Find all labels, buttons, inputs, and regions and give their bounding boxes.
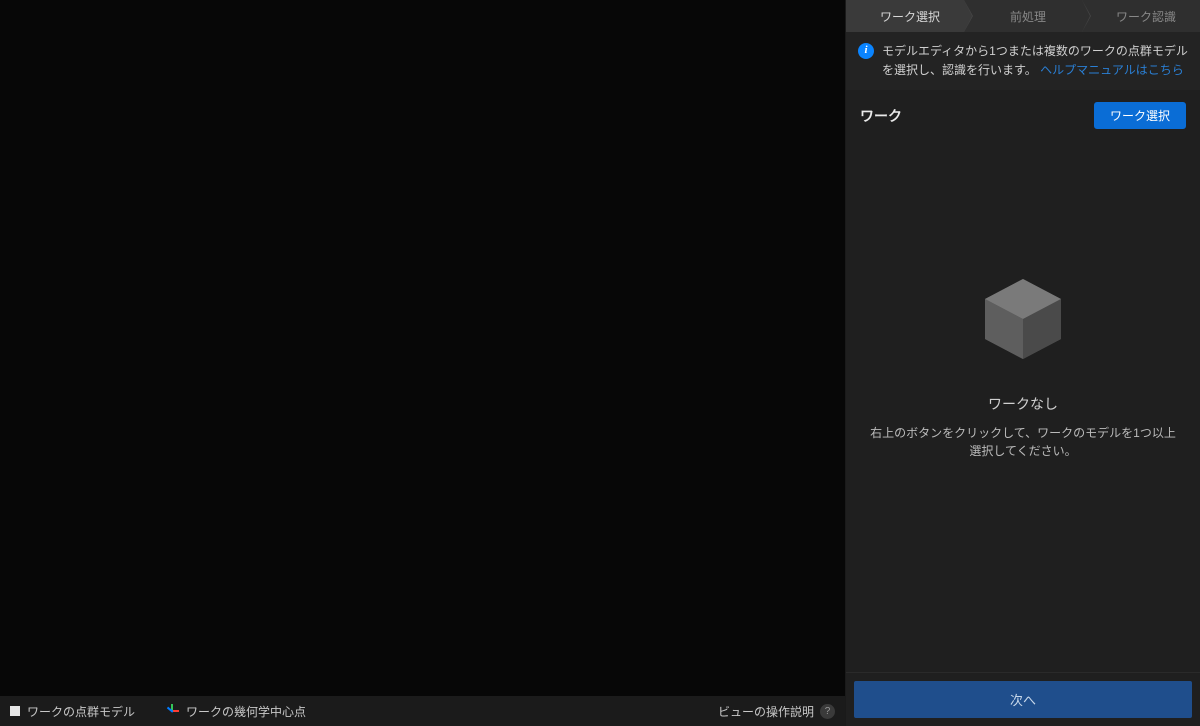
axis-icon <box>165 704 179 718</box>
empty-desc: 右上のボタンをクリックして、ワークのモデルを1つ以上選択してください。 <box>866 424 1180 460</box>
breadcrumb-label-2: ワーク認識 <box>1116 8 1176 25</box>
breadcrumb-step-preprocess[interactable]: 前処理 <box>964 0 1082 32</box>
legend-pointcloud: ワークの点群モデル <box>10 703 135 720</box>
legend-square-icon <box>10 706 20 716</box>
viewport-3d[interactable]: ワークの点群モデル ワークの幾何学中心点 ビューの操作説明 ? <box>0 0 846 726</box>
legend-center: ワークの幾何学中心点 <box>165 703 306 720</box>
breadcrumb-step-work-select[interactable]: ワーク選択 <box>846 0 964 32</box>
help-icon: ? <box>820 704 835 719</box>
next-button[interactable]: 次へ <box>854 681 1192 718</box>
breadcrumb-label-0: ワーク選択 <box>880 8 940 25</box>
breadcrumb-label-1: 前処理 <box>1010 8 1046 25</box>
legend-label-1: ワークの点群モデル <box>27 703 135 720</box>
empty-state: ワークなし 右上のボタンをクリックして、ワークのモデルを1つ以上選択してください… <box>846 57 1200 672</box>
legend-label-2: ワークの幾何学中心点 <box>186 703 306 720</box>
breadcrumb-step-recognition[interactable]: ワーク認識 <box>1082 0 1200 32</box>
viewport-footer: ワークの点群モデル ワークの幾何学中心点 ビューの操作説明 ? <box>0 696 845 726</box>
cube-icon <box>973 269 1073 374</box>
sidebar-footer: 次へ <box>846 672 1200 726</box>
empty-title: ワークなし <box>988 394 1058 414</box>
breadcrumb: ワーク選択 前処理 ワーク認識 <box>846 0 1200 32</box>
view-help[interactable]: ビューの操作説明 ? <box>718 703 835 720</box>
sidebar: ワーク選択 前処理 ワーク認識 i モデルエディタから1つまたは複数のワークの点… <box>846 0 1200 726</box>
view-help-label: ビューの操作説明 <box>718 703 814 720</box>
